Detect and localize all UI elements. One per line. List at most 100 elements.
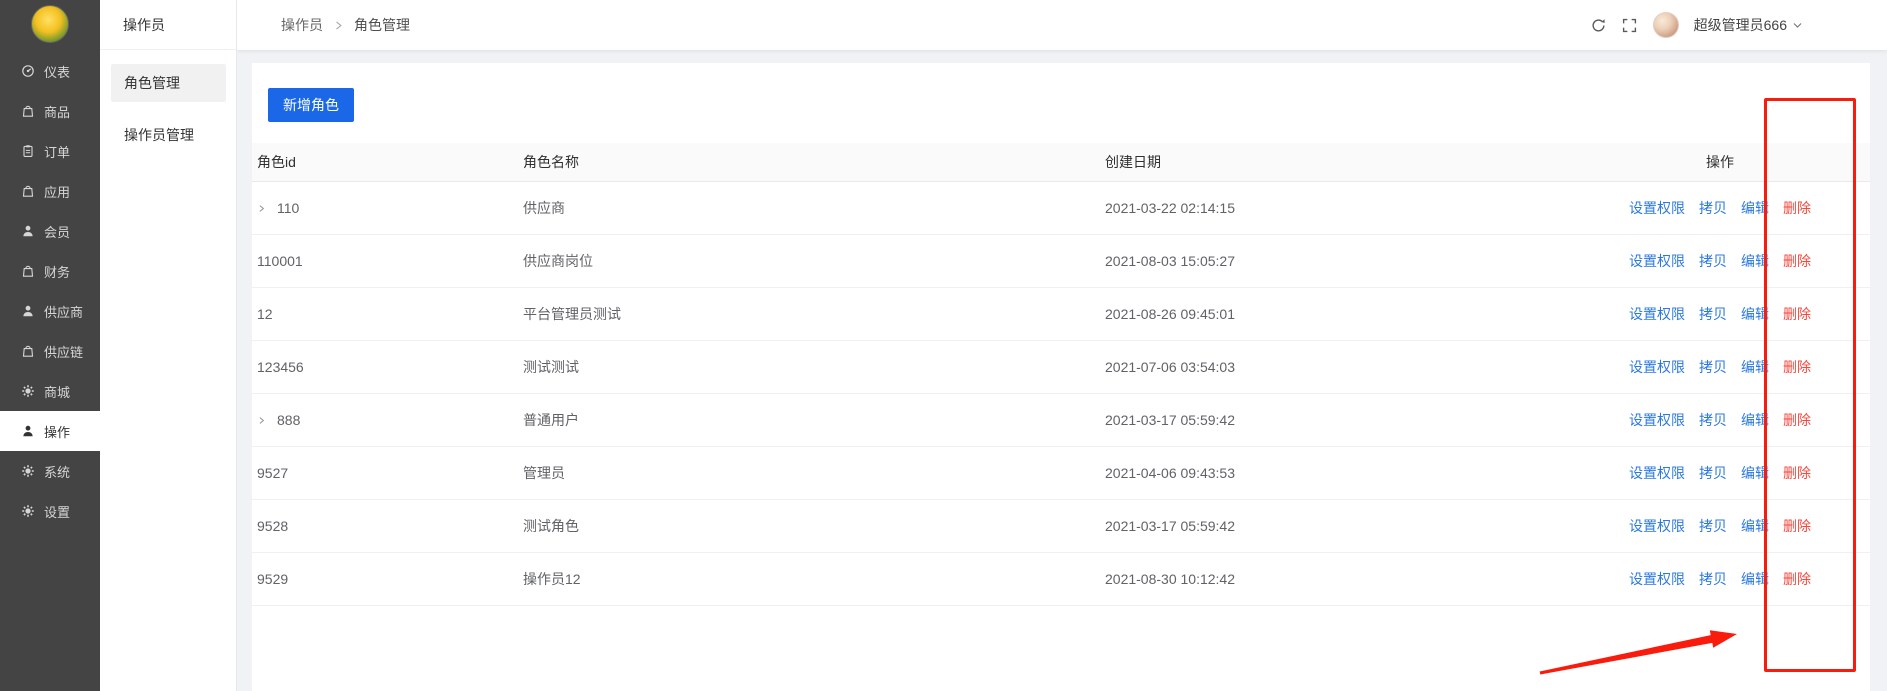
sidebar-item-label: 操作 [44,422,70,441]
set-permission-link[interactable]: 设置权限 [1629,304,1685,324]
edit-link[interactable]: 编辑 [1741,516,1769,536]
table-row: 110001 供应商岗位 2021-08-03 15:05:27 设置权限 拷贝… [252,235,1870,288]
sidebar-item-label: 应用 [44,182,70,201]
created-date: 2021-08-03 15:05:27 [1105,253,1620,269]
created-date: 2021-08-30 10:12:42 [1105,571,1620,587]
role-name: 测试测试 [523,357,1105,377]
user-dropdown[interactable]: 超级管理员666 [1694,15,1803,35]
sidebar-item-label: 系统 [44,462,70,481]
sidebar-item-settings[interactable]: 设置 [0,491,100,531]
copy-link[interactable]: 拷贝 [1699,516,1727,536]
expand-row-button[interactable] [257,203,266,214]
secondary-sidebar: 操作员 角色管理 操作员管理 [100,0,237,691]
sidebar-item-supply-chain[interactable]: 供应链 [0,331,100,371]
sidebar-item-label: 商城 [44,382,70,401]
sidebar-item-label: 供应商 [44,302,83,321]
delete-link[interactable]: 删除 [1783,463,1811,483]
role-name: 管理员 [523,463,1105,483]
copy-link[interactable]: 拷贝 [1699,198,1727,218]
role-table-card: 新增角色 角色id 角色名称 创建日期 操作 110 供应商 2021-03-2… [252,63,1870,691]
bag-icon [21,344,35,358]
copy-link[interactable]: 拷贝 [1699,569,1727,589]
set-permission-link[interactable]: 设置权限 [1629,410,1685,430]
edit-link[interactable]: 编辑 [1741,357,1769,377]
role-id: 110 [277,200,299,216]
primary-nav: 仪表 商品 订单 应用 会员 财务 [0,51,100,531]
sidebar-item-operations[interactable]: 操作 [0,411,100,451]
bag-icon [21,184,35,198]
dashboard-icon [21,64,35,78]
topbar-actions: 超级管理员666 [1591,12,1887,38]
fullscreen-icon [1622,18,1637,33]
role-name: 测试角色 [523,516,1105,536]
set-permission-link[interactable]: 设置权限 [1629,198,1685,218]
sidebar-item-members[interactable]: 会员 [0,211,100,251]
set-permission-link[interactable]: 设置权限 [1629,569,1685,589]
copy-link[interactable]: 拷贝 [1699,463,1727,483]
sidebar-item-label: 订单 [44,142,70,161]
delete-link[interactable]: 删除 [1783,198,1811,218]
user-avatar[interactable] [1653,12,1679,38]
chevron-right-icon [257,203,266,214]
user-name: 超级管理员666 [1694,15,1787,35]
created-date: 2021-08-26 09:45:01 [1105,306,1620,322]
person-icon [21,304,35,318]
app-logo[interactable] [31,5,69,43]
delete-link[interactable]: 删除 [1783,569,1811,589]
edit-link[interactable]: 编辑 [1741,463,1769,483]
edit-link[interactable]: 编辑 [1741,410,1769,430]
sidebar-item-apps[interactable]: 应用 [0,171,100,211]
copy-link[interactable]: 拷贝 [1699,357,1727,377]
refresh-icon [1591,18,1606,33]
edit-link[interactable]: 编辑 [1741,304,1769,324]
column-header-created-date: 创建日期 [1105,152,1620,172]
table-row: 123456 测试测试 2021-07-06 03:54:03 设置权限 拷贝 … [252,341,1870,394]
set-permission-link[interactable]: 设置权限 [1629,251,1685,271]
edit-link[interactable]: 编辑 [1741,198,1769,218]
role-name: 平台管理员测试 [523,304,1105,324]
role-id: 9528 [257,518,288,534]
submenu-item-operator-management[interactable]: 操作员管理 [111,116,226,154]
sidebar-item-mall[interactable]: 商城 [0,371,100,411]
breadcrumb-parent[interactable]: 操作员 [281,15,323,35]
edit-link[interactable]: 编辑 [1741,251,1769,271]
copy-link[interactable]: 拷贝 [1699,251,1727,271]
delete-link[interactable]: 删除 [1783,410,1811,430]
delete-link[interactable]: 删除 [1783,304,1811,324]
role-id: 110001 [257,253,303,269]
sidebar-item-goods[interactable]: 商品 [0,91,100,131]
created-date: 2021-03-22 02:14:15 [1105,200,1620,216]
sidebar-item-orders[interactable]: 订单 [0,131,100,171]
sidebar-item-label: 会员 [44,222,70,241]
refresh-button[interactable] [1591,17,1607,33]
delete-link[interactable]: 删除 [1783,251,1811,271]
copy-link[interactable]: 拷贝 [1699,410,1727,430]
copy-link[interactable]: 拷贝 [1699,304,1727,324]
sidebar-item-dashboard[interactable]: 仪表 [0,51,100,91]
sidebar-item-system[interactable]: 系统 [0,451,100,491]
role-id: 123456 [257,359,304,375]
breadcrumb-separator [333,20,344,31]
sidebar-item-label: 供应链 [44,342,83,361]
role-id: 888 [277,412,300,428]
main-content: 新增角色 角色id 角色名称 创建日期 操作 110 供应商 2021-03-2… [237,50,1887,691]
set-permission-link[interactable]: 设置权限 [1629,357,1685,377]
delete-link[interactable]: 删除 [1783,516,1811,536]
submenu-item-role-management[interactable]: 角色管理 [111,64,226,102]
fullscreen-button[interactable] [1622,17,1638,33]
set-permission-link[interactable]: 设置权限 [1629,463,1685,483]
column-header-role-name: 角色名称 [523,152,1105,172]
edit-link[interactable]: 编辑 [1741,569,1769,589]
role-name: 操作员12 [523,569,1105,589]
add-role-button[interactable]: 新增角色 [268,88,354,122]
topbar: 操作员 角色管理 超级管理员666 [237,0,1887,50]
sidebar-item-supplier[interactable]: 供应商 [0,291,100,331]
clipboard-icon [21,144,35,158]
expand-row-button[interactable] [257,415,266,426]
column-header-operations: 操作 [1620,152,1870,172]
delete-link[interactable]: 删除 [1783,357,1811,377]
person-icon [21,224,35,238]
sidebar-item-finance[interactable]: 财务 [0,251,100,291]
set-permission-link[interactable]: 设置权限 [1629,516,1685,536]
role-name: 普通用户 [523,410,1105,430]
